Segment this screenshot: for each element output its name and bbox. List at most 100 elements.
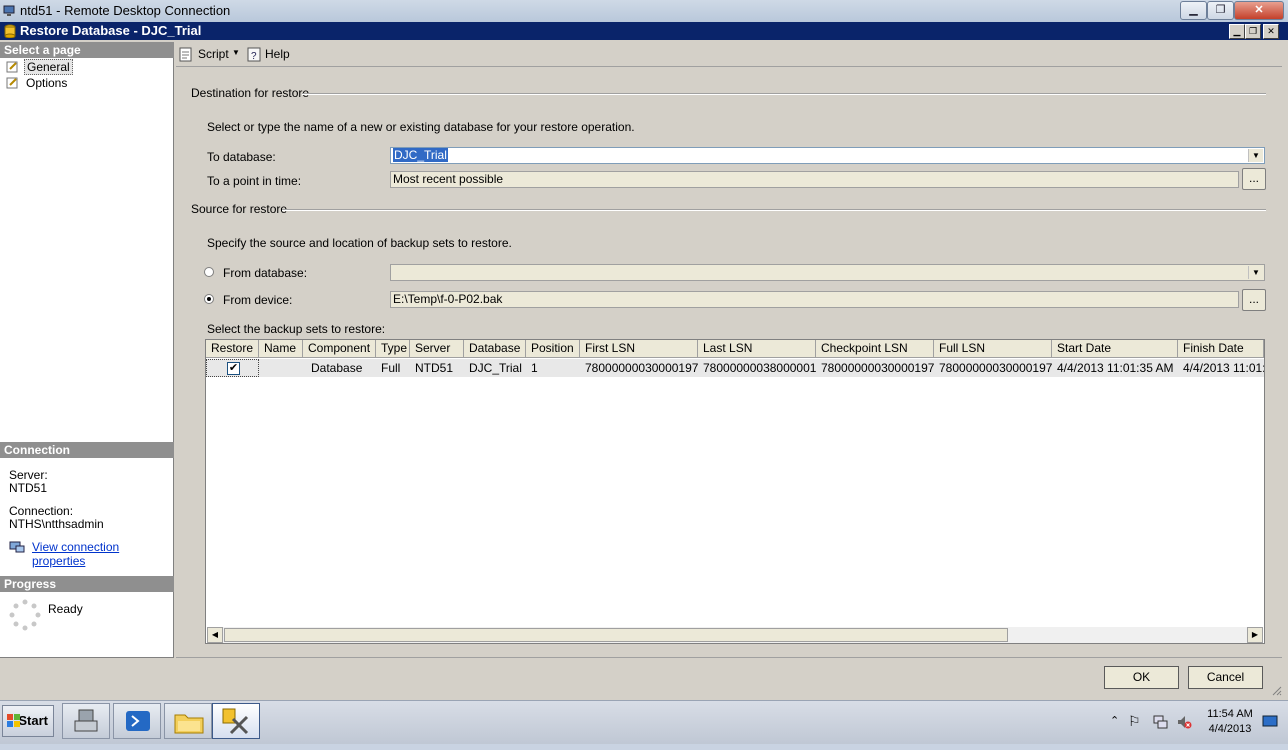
- point-in-time-browse-button[interactable]: ...: [1242, 168, 1266, 190]
- show-desktop-icon[interactable]: [1262, 715, 1278, 729]
- dialog-close-button[interactable]: ✕: [1263, 24, 1279, 39]
- column-header[interactable]: Server: [410, 340, 464, 358]
- dialog-maximize-button[interactable]: ❐: [1245, 24, 1261, 39]
- resize-grip-icon[interactable]: [1270, 684, 1282, 696]
- connection-label: Connection:: [9, 504, 74, 518]
- script-icon: [179, 47, 192, 62]
- point-in-time-field: Most recent possible: [390, 171, 1239, 188]
- from-database-label[interactable]: From database:: [223, 266, 307, 280]
- source-section-title: Source for restore: [191, 202, 288, 216]
- destination-divider: [302, 93, 1266, 95]
- progress-status: Ready: [48, 602, 83, 616]
- show-hidden-icons-icon[interactable]: ⌃: [1110, 714, 1119, 727]
- from-database-combobox: ▼: [390, 264, 1265, 281]
- point-in-time-label: To a point in time:: [207, 174, 302, 188]
- taskbar-ssms-button[interactable]: [212, 703, 260, 739]
- from-device-radio[interactable]: [204, 294, 214, 304]
- toolbar-divider: [176, 66, 1282, 67]
- start-button[interactable]: Start: [2, 705, 54, 737]
- rdp-close-button[interactable]: ✕: [1234, 1, 1284, 20]
- network-icon[interactable]: [1152, 714, 1168, 730]
- from-device-label[interactable]: From device:: [223, 293, 292, 307]
- scrollbar-thumb[interactable]: [224, 628, 1008, 642]
- from-device-browse-button[interactable]: ...: [1242, 289, 1266, 311]
- start-date-cell: 4/4/2013 11:01:35 AM: [1052, 359, 1178, 377]
- clock[interactable]: 11:54 AM 4/4/2013: [1204, 707, 1256, 737]
- component-cell: Database: [303, 359, 376, 377]
- restore-checkbox[interactable]: ✔: [227, 362, 240, 375]
- clock-date: 4/4/2013: [1208, 723, 1252, 735]
- column-header[interactable]: Database: [464, 340, 526, 358]
- column-header[interactable]: First LSN: [580, 340, 698, 358]
- connection-header: Connection: [0, 442, 174, 458]
- ok-button[interactable]: OK: [1104, 666, 1179, 689]
- column-header[interactable]: Position: [526, 340, 580, 358]
- left-pane: Select a page General Options Connection…: [0, 42, 174, 658]
- database-cell: DJC_Trial: [464, 359, 526, 377]
- taskbar-server-manager-button[interactable]: [62, 703, 110, 739]
- rdp-restore-button[interactable]: ❐: [1207, 1, 1234, 20]
- column-header[interactable]: Type: [376, 340, 410, 358]
- to-database-value[interactable]: DJC_Trial: [393, 148, 448, 162]
- dialog-title-bar[interactable]: Restore Database - DJC_Trial ▁ ❐ ✕: [0, 22, 1288, 40]
- column-header[interactable]: Component: [303, 340, 376, 358]
- from-database-radio[interactable]: [204, 267, 214, 277]
- footer-divider: [176, 657, 1282, 658]
- column-header[interactable]: Name: [259, 340, 303, 358]
- to-database-label: To database:: [207, 150, 276, 164]
- action-center-flag-icon[interactable]: ⚐: [1128, 713, 1141, 730]
- column-header[interactable]: Last LSN: [698, 340, 816, 358]
- position-cell: 1: [526, 359, 580, 377]
- rdp-minimize-button[interactable]: ▁: [1180, 1, 1207, 20]
- windows-logo-icon: [7, 714, 20, 727]
- chevron-down-icon[interactable]: ▼: [1248, 149, 1263, 162]
- column-header[interactable]: Start Date: [1052, 340, 1178, 358]
- server-value: NTD51: [9, 481, 48, 495]
- rdp-title-bar[interactable]: ntd51 - Remote Desktop Connection ▁ ❐ ✕: [0, 0, 1288, 22]
- page-item-options[interactable]: Options: [6, 76, 69, 91]
- page-wrench-icon: [6, 61, 18, 73]
- system-tray: ⌃ ⚐ 11:54 AM 4/4/2013: [1100, 703, 1288, 743]
- horizontal-scrollbar[interactable]: ◀ ▶: [207, 627, 1263, 643]
- last-lsn-cell: 78000000038000001: [698, 359, 816, 377]
- to-database-combobox[interactable]: DJC_Trial ▼: [390, 147, 1265, 164]
- finish-date-cell: 4/4/2013 11:01:: [1178, 359, 1264, 377]
- window-bottom-edge: [0, 744, 1288, 750]
- taskbar-powershell-button[interactable]: [113, 703, 161, 739]
- column-header[interactable]: Checkpoint LSN: [816, 340, 934, 358]
- view-connection-properties-link[interactable]: View connection properties: [32, 540, 173, 568]
- column-header[interactable]: Restore: [206, 340, 259, 358]
- dialog-minimize-button[interactable]: ▁: [1229, 24, 1245, 39]
- page-item-general[interactable]: General: [6, 59, 73, 75]
- destination-instructions: Select or type the name of a new or exis…: [207, 120, 635, 134]
- svg-text:?: ?: [251, 51, 257, 62]
- page-item-label: Options: [26, 76, 68, 90]
- column-header[interactable]: Full LSN: [934, 340, 1052, 358]
- checkpoint-lsn-cell: 78000000030000197: [816, 359, 934, 377]
- server-label: Server:: [9, 468, 48, 482]
- folder-icon: [174, 714, 204, 734]
- scroll-left-icon[interactable]: ◀: [207, 627, 223, 643]
- progress-spinner-icon: [9, 599, 41, 631]
- scroll-right-icon[interactable]: ▶: [1247, 627, 1263, 643]
- backup-sets-grid[interactable]: Restore Name Component Type Server Datab…: [205, 339, 1265, 644]
- powershell-icon: [126, 711, 150, 731]
- volume-muted-icon[interactable]: [1176, 714, 1192, 730]
- restore-cell[interactable]: ✔: [206, 359, 259, 377]
- dialog-title: Restore Database - DJC_Trial: [20, 23, 202, 38]
- taskbar-explorer-button[interactable]: [164, 703, 212, 739]
- select-page-header: Select a page: [0, 42, 174, 58]
- connection-value: NTHS\ntthsadmin: [9, 517, 104, 531]
- type-cell: Full: [376, 359, 410, 377]
- page-wrench-icon: [6, 77, 18, 89]
- rdp-app-icon: [3, 4, 16, 17]
- chevron-down-icon[interactable]: ▼: [232, 48, 240, 57]
- column-header[interactable]: Finish Date: [1178, 340, 1264, 358]
- connection-properties-icon: [9, 540, 25, 554]
- backup-sets-label: Select the backup sets to restore:: [207, 322, 386, 336]
- taskbar: Start ⌃ ⚐ 11:54 AM 4/4/2013: [0, 700, 1288, 745]
- cancel-button[interactable]: Cancel: [1188, 666, 1263, 689]
- ssms-tools-icon: [222, 708, 249, 735]
- page-item-label: General: [24, 59, 73, 75]
- source-divider: [282, 209, 1266, 211]
